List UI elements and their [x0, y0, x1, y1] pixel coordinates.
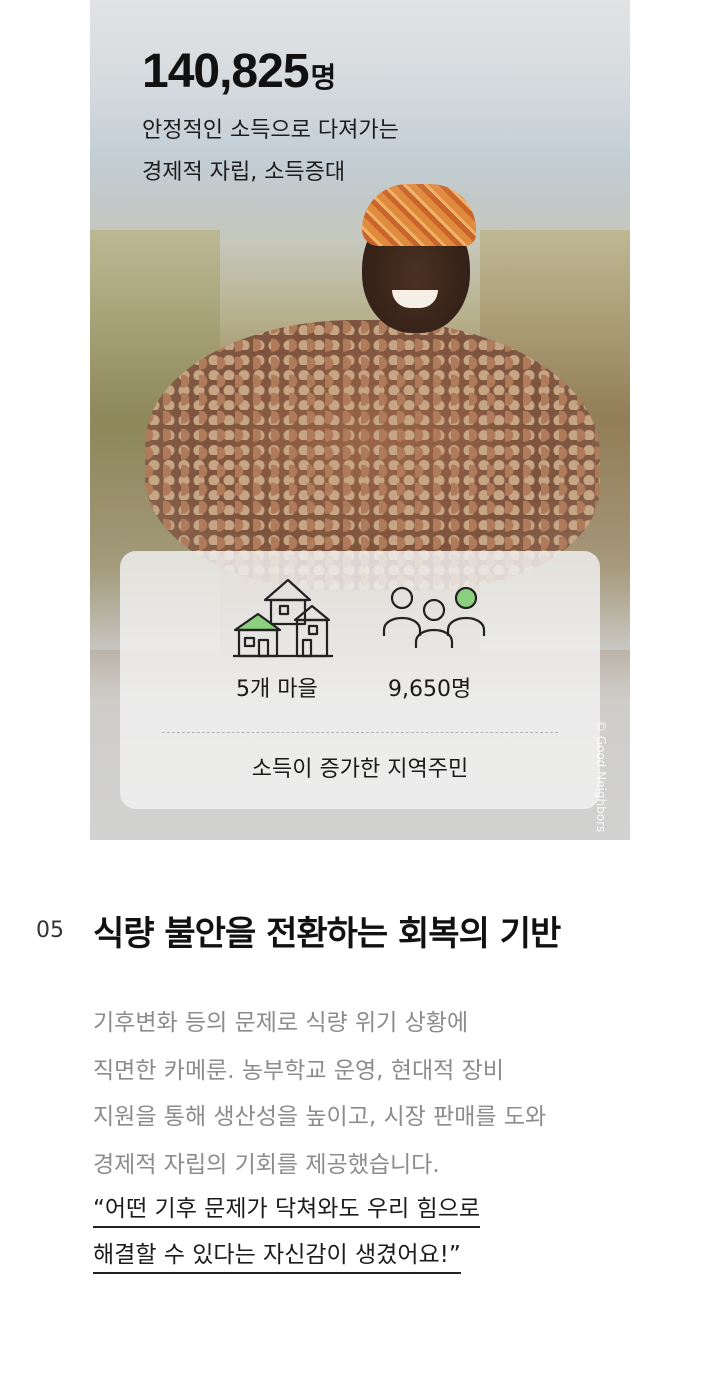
villages-stat: 5개 마을 — [236, 677, 318, 702]
people-icon — [382, 586, 486, 648]
beneficiary-count: 140,825명 — [142, 44, 337, 106]
section-number: 05 — [36, 918, 64, 943]
beneficiary-unit: 명 — [310, 62, 337, 93]
testimonial-quote-line: “어떤 기후 문제가 닥쳐와도 우리 힘으로 — [93, 1194, 481, 1228]
hero-photo-card: 140,825명 안정적인 소득으로 다져가는 경제적 자립, 소득증대 5개 … — [90, 0, 630, 840]
section-paragraph-line: 경제적 자립의 기회를 제공했습니다. — [93, 1152, 440, 1178]
photo-credit: © Good Neighbors — [594, 720, 608, 833]
residents-stat: 9,650명 — [388, 677, 472, 702]
stats-divider — [162, 732, 558, 733]
hero-subtitle-line2: 경제적 자립, 소득증대 — [142, 160, 346, 185]
stats-caption: 소득이 증가한 지역주민 — [251, 757, 469, 782]
section-title: 식량 불안을 전환하는 회복의 기반 — [93, 914, 561, 954]
beneficiary-number: 140,825 — [142, 45, 310, 98]
photo-sorghum-bundle — [145, 320, 600, 590]
testimonial-quote-line: 해결할 수 있다는 자신감이 생겼어요!” — [93, 1240, 461, 1274]
hero-subtitle-line1: 안정적인 소득으로 다져가는 — [142, 118, 399, 143]
stats-card: 5개 마을 9,650명 소득이 증가한 지역주민 — [120, 551, 600, 809]
section-paragraph-line: 지원을 통해 생산성을 높이고, 시장 판매를 도와 — [93, 1104, 547, 1130]
houses-icon — [233, 578, 333, 658]
section-paragraph-line: 직면한 카메룬. 농부학교 운영, 현대적 장비 — [93, 1058, 504, 1084]
section-paragraph-line: 기후변화 등의 문제로 식량 위기 상황에 — [93, 1010, 469, 1036]
